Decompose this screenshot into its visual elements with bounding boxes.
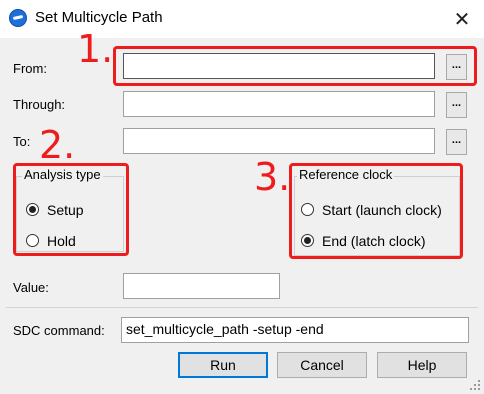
value-label: Value: <box>13 280 49 295</box>
separator <box>6 307 478 308</box>
annotation-number-1: 1. <box>77 27 114 71</box>
sdc-command-label: SDC command: <box>13 323 105 338</box>
to-browse-button[interactable]: ... <box>446 129 467 155</box>
to-field[interactable] <box>123 128 435 154</box>
annotation-box-2 <box>13 163 129 256</box>
resize-grip-icon[interactable] <box>470 380 480 390</box>
through-label: Through: <box>13 97 66 112</box>
annotation-number-3: 3. <box>254 155 291 199</box>
close-button[interactable]: ✕ <box>440 0 484 38</box>
cancel-button[interactable]: Cancel <box>277 352 367 378</box>
to-label: To: <box>13 134 31 149</box>
app-logo-icon <box>9 9 27 27</box>
window-title: Set Multicycle Path <box>35 9 163 26</box>
annotation-box-1 <box>113 46 477 86</box>
help-button[interactable]: Help <box>377 352 467 378</box>
through-browse-button[interactable]: ... <box>446 92 467 118</box>
from-label: From: <box>13 61 47 76</box>
value-field[interactable] <box>123 273 280 299</box>
sdc-command-field[interactable]: set_multicycle_path -setup -end <box>121 317 469 343</box>
close-icon: ✕ <box>453 8 471 31</box>
run-button[interactable]: Run <box>178 352 268 378</box>
annotation-number-2: 2. <box>39 123 76 167</box>
through-field[interactable] <box>123 91 435 117</box>
annotation-box-3 <box>289 163 463 259</box>
